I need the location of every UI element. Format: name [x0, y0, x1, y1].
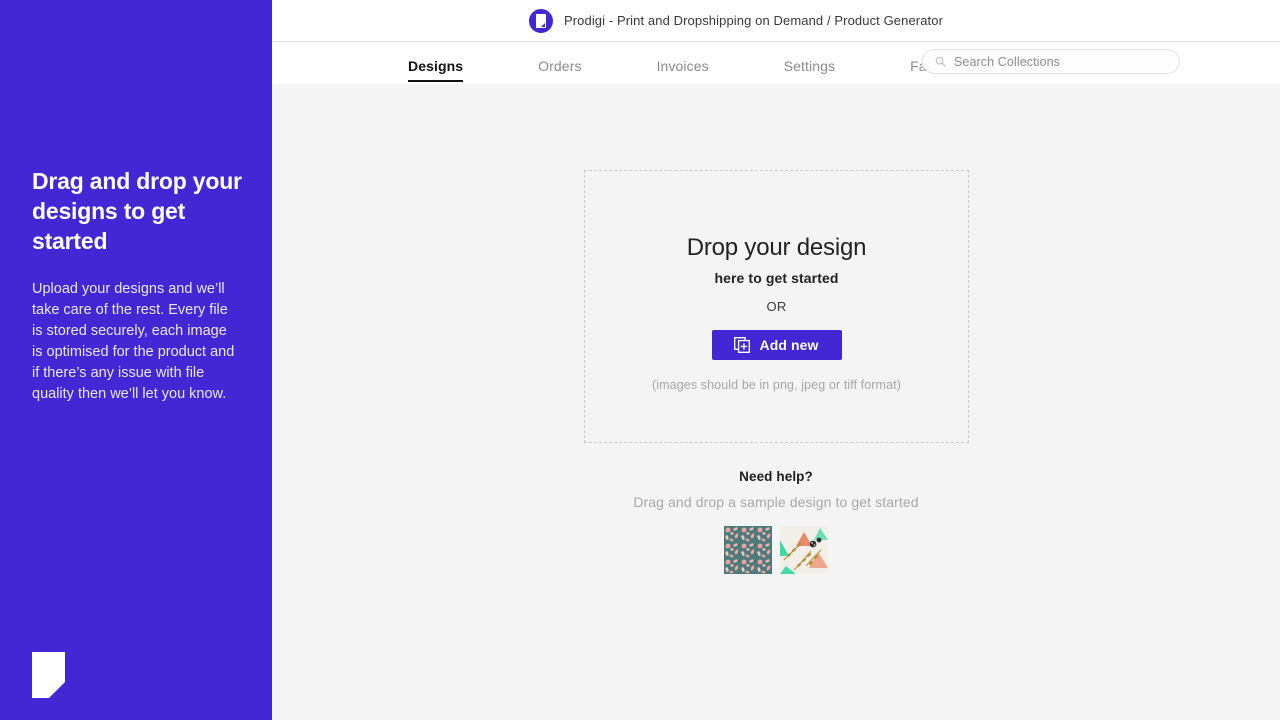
add-image-icon — [734, 337, 750, 353]
sample-design-floral-teal[interactable] — [724, 526, 772, 574]
sidebar-description: Upload your designs and we’ll take care … — [32, 279, 237, 404]
dropzone-formats-note: (images should be in png, jpeg or tiff f… — [652, 378, 901, 392]
window-titlebar: Prodigi - Print and Dropshipping on Dema… — [272, 0, 1280, 42]
prodigi-logo-icon — [32, 652, 65, 698]
sample-design-floral-teal-thumb — [724, 526, 772, 574]
tab-settings[interactable]: Settings — [784, 58, 835, 84]
need-help-section: Need help? Drag and drop a sample design… — [272, 469, 1280, 574]
browser-pane: Prodigi - Print and Dropshipping on Dema… — [272, 0, 1280, 720]
window-title: Prodigi - Print and Dropshipping on Dema… — [564, 13, 943, 28]
search-icon — [935, 56, 946, 67]
need-help-title: Need help? — [272, 469, 1280, 484]
search-input[interactable] — [954, 55, 1167, 69]
add-new-button-label: Add new — [759, 337, 818, 353]
prodigi-page-icon — [529, 9, 553, 33]
dropzone-title: Drop your design — [687, 234, 867, 262]
prodigi-logo — [32, 652, 65, 698]
design-dropzone[interactable]: Drop your design here to get started OR … — [584, 170, 969, 443]
sample-design-list — [272, 526, 1280, 574]
dropzone-divider-label: OR — [766, 299, 786, 314]
need-help-subtitle: Drag and drop a sample design to get sta… — [272, 494, 1280, 510]
designs-content-area: Drop your design here to get started OR … — [272, 84, 1280, 720]
sidebar: Drag and drop your designs to get starte… — [0, 0, 272, 720]
dropzone-subtitle: here to get started — [714, 270, 838, 286]
nav-tab-list: Designs Orders Invoices Settings Faq — [408, 42, 935, 84]
sidebar-heading: Drag and drop your designs to get starte… — [32, 166, 242, 256]
titlebar-content: Prodigi - Print and Dropshipping on Dema… — [529, 9, 943, 33]
tab-invoices[interactable]: Invoices — [657, 58, 709, 84]
add-new-button[interactable]: Add new — [712, 330, 842, 360]
search-collections-field[interactable] — [922, 49, 1180, 74]
main-navigation: Designs Orders Invoices Settings Faq — [272, 42, 1280, 84]
tab-designs[interactable]: Designs — [408, 58, 463, 84]
app-root: Drag and drop your designs to get starte… — [0, 0, 1280, 720]
sample-design-wheat-geometric[interactable] — [780, 526, 828, 574]
tab-orders[interactable]: Orders — [538, 58, 581, 84]
sample-design-wheat-geometric-thumb — [780, 526, 828, 574]
